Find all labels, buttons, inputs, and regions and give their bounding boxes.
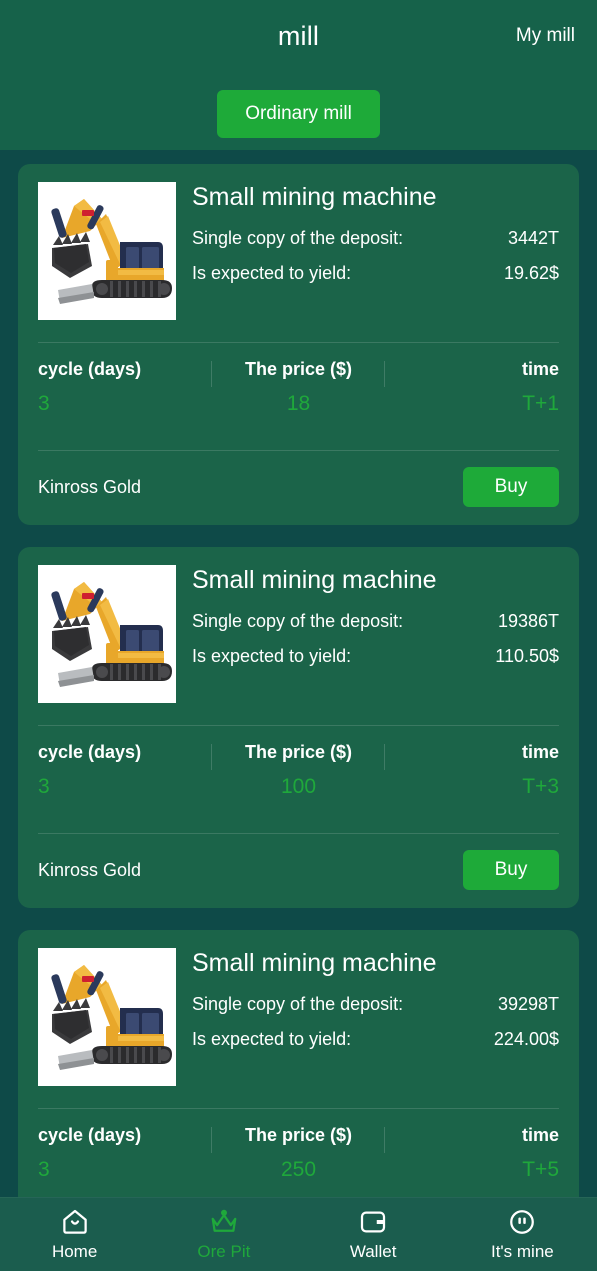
price-value: 250 <box>280 1158 317 1181</box>
yield-label: Is expected to yield: <box>192 262 352 283</box>
cycle-value: 3 <box>38 775 50 798</box>
stat-time: time T+3 <box>385 742 559 799</box>
stat-price: The price ($) 18 <box>212 359 386 416</box>
card-info: Small mining machine Single copy of the … <box>192 565 559 667</box>
yield-row: Is expected to yield: 224.00$ <box>192 1029 559 1050</box>
buy-button[interactable]: Buy <box>463 467 559 507</box>
company-name: Kinross Gold <box>38 476 142 497</box>
yield-value: 224.00$ <box>493 1028 559 1049</box>
nav-label-home: Home <box>51 1242 98 1261</box>
page-title: mill <box>277 20 320 51</box>
stats-row: cycle (days) 3 The price ($) 100 time T+… <box>38 726 559 811</box>
stat-price: The price ($) 250 <box>212 1125 386 1182</box>
deposit-label: Single copy of the deposit: <box>192 610 404 631</box>
nav-label-its-mine: It's mine <box>490 1242 554 1261</box>
wallet-icon <box>361 1211 386 1233</box>
header-top-bar: mill My mill <box>0 0 597 72</box>
company-name: Kinross Gold <box>38 859 142 880</box>
yield-label: Is expected to yield: <box>192 645 352 666</box>
card-header: Small mining machine Single copy of the … <box>38 565 559 703</box>
time-label: time <box>522 359 560 379</box>
price-label: The price ($) <box>244 1125 353 1145</box>
cycle-label: cycle (days) <box>38 1125 142 1145</box>
card-header: Small mining machine Single copy of the … <box>38 948 559 1086</box>
yield-row: Is expected to yield: 19.62$ <box>192 263 559 284</box>
price-value: 100 <box>280 775 317 798</box>
profile-icon <box>510 1210 535 1234</box>
stat-cycle: cycle (days) 3 <box>38 359 212 416</box>
price-label: The price ($) <box>244 359 353 379</box>
cycle-label: cycle (days) <box>38 742 142 762</box>
price-label: The price ($) <box>244 742 353 762</box>
machine-list[interactable]: Small mining machine Single copy of the … <box>0 150 597 1197</box>
time-value: T+3 <box>522 775 560 798</box>
stat-cycle: cycle (days) 3 <box>38 742 212 799</box>
card-footer: Kinross Gold Buy <box>38 834 559 890</box>
deposit-row: Single copy of the deposit: 19386T <box>192 611 559 632</box>
yield-label: Is expected to yield: <box>192 1028 352 1049</box>
time-label: time <box>522 1125 560 1145</box>
machine-name: Small mining machine <box>192 183 437 211</box>
machine-card[interactable]: Small mining machine Single copy of the … <box>18 164 579 525</box>
machine-card[interactable]: Small mining machine Single copy of the … <box>18 547 579 908</box>
yield-value: 110.50$ <box>495 645 559 666</box>
stats-row: cycle (days) 3 The price ($) 18 time T+1 <box>38 343 559 428</box>
excavator-thumbnail <box>38 565 176 703</box>
bottom-navigation: Home Ore Pit Wallet It's mine <box>0 1197 597 1271</box>
nav-item-ore-pit[interactable]: Ore Pit <box>169 1207 279 1262</box>
card-header: Small mining machine Single copy of the … <box>38 182 559 320</box>
yield-value: 19.62$ <box>503 262 559 283</box>
price-value: 18 <box>286 392 311 415</box>
app-header: mill My mill Ordinary mill <box>0 0 597 150</box>
stat-time: time T+5 <box>385 1125 559 1182</box>
stats-row: cycle (days) 3 The price ($) 250 time T+… <box>38 1109 559 1194</box>
card-footer: Kinross Gold Buy <box>38 451 559 507</box>
home-icon <box>62 1209 87 1234</box>
yield-row: Is expected to yield: 110.50$ <box>192 646 559 667</box>
nav-item-its-mine[interactable]: It's mine <box>467 1207 577 1262</box>
buy-button[interactable]: Buy <box>463 850 559 890</box>
stat-cycle: cycle (days) 3 <box>38 1125 212 1182</box>
excavator-thumbnail <box>38 182 176 320</box>
card-info: Small mining machine Single copy of the … <box>192 948 559 1050</box>
deposit-label: Single copy of the deposit: <box>192 227 404 248</box>
card-info: Small mining machine Single copy of the … <box>192 182 559 284</box>
machine-card[interactable]: Small mining machine Single copy of the … <box>18 930 579 1197</box>
header-tab-row: Ordinary mill <box>0 72 597 138</box>
deposit-label: Single copy of the deposit: <box>192 993 404 1014</box>
nav-label-wallet: Wallet <box>349 1242 397 1261</box>
nav-item-wallet[interactable]: Wallet <box>318 1207 428 1262</box>
time-value: T+1 <box>522 392 560 415</box>
stat-price: The price ($) 100 <box>212 742 386 799</box>
deposit-value: 39298T <box>497 993 559 1014</box>
cycle-value: 3 <box>38 392 50 415</box>
deposit-row: Single copy of the deposit: 39298T <box>192 994 559 1015</box>
nav-item-home[interactable]: Home <box>20 1207 130 1262</box>
stat-time: time T+1 <box>385 359 559 416</box>
my-mill-link[interactable]: My mill <box>516 25 575 47</box>
deposit-value: 19386T <box>497 610 559 631</box>
crown-icon <box>211 1209 237 1232</box>
cycle-label: cycle (days) <box>38 359 142 379</box>
tab-ordinary-mill[interactable]: Ordinary mill <box>217 90 380 138</box>
machine-name: Small mining machine <box>192 566 437 594</box>
time-label: time <box>522 742 560 762</box>
deposit-row: Single copy of the deposit: 3442T <box>192 228 559 249</box>
deposit-value: 3442T <box>507 227 559 248</box>
cycle-value: 3 <box>38 1158 50 1181</box>
excavator-thumbnail <box>38 948 176 1086</box>
nav-label-ore-pit: Ore Pit <box>197 1242 251 1261</box>
machine-name: Small mining machine <box>192 949 437 977</box>
time-value: T+5 <box>522 1158 560 1181</box>
